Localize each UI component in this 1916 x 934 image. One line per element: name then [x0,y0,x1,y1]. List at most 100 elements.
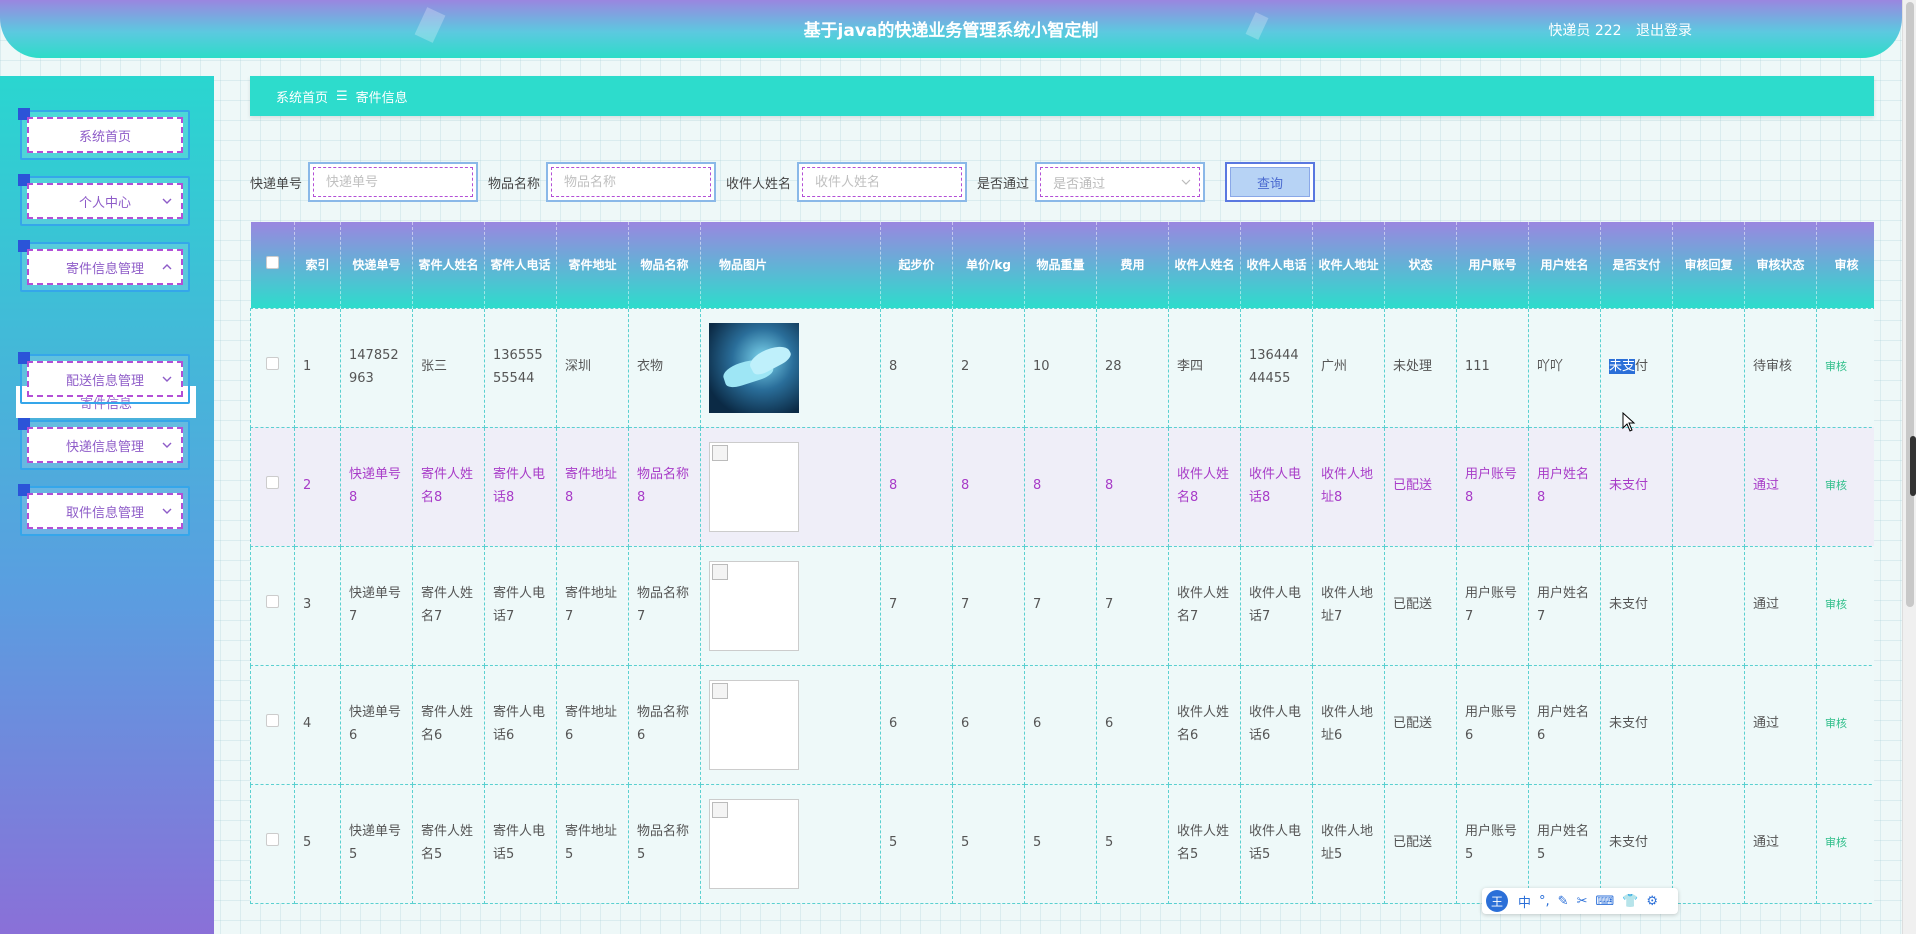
audit-action-cell: 审核 [1816,307,1874,428]
item-image-cell [700,307,881,428]
sidebar-item-delivery-management[interactable]: 配送信息管理 [18,352,190,404]
cell-raddr: 收件人地址7 [1312,545,1385,666]
table-row[interactable]: 3 快递单号7 寄件人姓名7 寄件人电话7 寄件地址7 物品名称7 7 7 7 7 收件人姓名7 收件… [250,545,1874,666]
table-row[interactable]: 5 快递单号5 寄件人姓名5 寄件人电话5 寄件地址5 物品名称5 5 5 5 5 收件人姓名5 收件… [250,783,1874,904]
ime-skin-icon[interactable]: 👕 [1622,894,1638,909]
col-header: 物品名称 [628,222,701,308]
col-header: 单价/kg [952,222,1025,308]
cell-item: 物品名称7 [628,545,701,666]
audit-link[interactable]: 审核 [1825,479,1847,492]
cell-sname: 寄件人姓名6 [412,664,485,785]
current-user: 快递员 222 [1548,23,1622,39]
cell-unit: 6 [952,664,1025,785]
ime-punctuation-icon[interactable]: °, [1539,894,1550,909]
row-select-cell [250,783,295,904]
breadcrumb-current: 寄件信息 [355,90,408,106]
col-header: 用户姓名 [1528,222,1601,308]
cell-audit: 通过 [1744,545,1817,666]
sidebar-item-home[interactable]: 系统首页 [18,108,190,160]
select-all-checkbox[interactable] [265,255,279,269]
mouse-cursor-icon [1622,412,1636,432]
ime-pen-icon[interactable]: ✎ [1558,894,1569,909]
audit-link[interactable]: 审核 [1825,360,1847,373]
cell-weight: 7 [1024,545,1097,666]
cell-audit: 通过 [1744,426,1817,547]
cell-reply [1672,307,1745,428]
cell-fee: 28 [1096,307,1169,428]
table-row[interactable]: 2 快递单号8 寄件人姓名8 寄件人电话8 寄件地址8 物品名称8 8 8 8 8 收件人姓名8 收件… [250,426,1874,547]
menu-icon: ☰ [336,88,348,104]
side-tab[interactable] [1910,436,1916,496]
row-checkbox[interactable] [266,833,279,847]
scrollbar-thumb[interactable] [1906,2,1914,607]
audit-link[interactable]: 审核 [1825,836,1847,849]
query-button-label: 查询 [1230,167,1311,197]
cell-idx: 4 [294,664,341,785]
cell-status: 已配送 [1384,545,1457,666]
ime-logo-icon[interactable]: 王 [1486,890,1508,912]
broken-image-icon [709,679,799,770]
cell-base: 8 [880,426,953,547]
sidebar-item-label: 快递信息管理 [65,439,144,455]
item-name-input[interactable] [551,167,712,197]
item-name-label: 物品名称 [488,176,541,192]
chevron-down-icon [162,508,172,514]
row-select-cell [250,664,295,785]
col-header: 寄件人姓名 [412,222,485,308]
sidebar-item-label: 个人中心 [78,195,131,211]
ime-settings-icon[interactable]: ⚙ [1646,894,1658,909]
breadcrumb: 系统首页 ☰ 寄件信息 [250,76,1874,116]
audit-link[interactable]: 审核 [1825,598,1847,611]
cell-paid: 未支付 [1600,307,1673,428]
tracking-field-wrapper [308,162,479,202]
cell-uname: 用户姓名5 [1528,783,1601,904]
cell-sphone: 寄件人电话5 [484,783,557,904]
item-field-wrapper [546,162,717,202]
row-checkbox[interactable] [266,714,279,728]
logout-link[interactable]: 退出登录 [1636,23,1692,39]
ime-scissors-icon[interactable]: ✂ [1577,894,1588,909]
pass-label: 是否通过 [977,176,1030,192]
receiver-name-input[interactable] [802,167,963,197]
audit-link[interactable]: 审核 [1825,717,1847,730]
sidebar: 系统首页 个人中心 寄件信息管理 寄件信息 配送信息管理 快递信息管理 取件信息… [0,76,214,934]
row-checkbox[interactable] [266,476,279,490]
sidebar-item-label: 寄件信息管理 [65,261,144,277]
cell-item: 物品名称6 [628,664,701,785]
page-scrollbar[interactable] [1902,0,1916,934]
tracking-input[interactable] [313,167,474,197]
cell-no: 快递单号7 [340,545,413,666]
table-row[interactable]: 1 147852963 张三 13655555544 深圳 衣物 8 2 10 28 李四 13644… [250,307,1874,428]
sidebar-item-profile[interactable]: 个人中心 [18,174,190,226]
col-header: 审核状态 [1744,222,1817,308]
cell-base: 8 [880,307,953,428]
cell-status: 已配送 [1384,664,1457,785]
cell-raddr: 收件人地址8 [1312,426,1385,547]
cell-no: 快递单号5 [340,783,413,904]
cell-acct: 用户账号8 [1456,426,1529,547]
cell-idx: 1 [294,307,341,428]
cell-fee: 6 [1096,664,1169,785]
sidebar-item-send-management[interactable]: 寄件信息管理 [18,240,190,292]
ime-chinese-toggle[interactable]: 中 [1518,892,1531,911]
breadcrumb-home[interactable]: 系统首页 [276,87,328,106]
cell-acct: 111 [1456,307,1529,428]
tracking-label: 快递单号 [250,176,303,192]
cell-idx: 2 [294,426,341,547]
row-checkbox[interactable] [266,595,279,609]
cell-weight: 10 [1024,307,1097,428]
cell-rphone: 收件人电话8 [1240,426,1313,547]
row-checkbox[interactable] [266,357,279,371]
ime-keyboard-icon[interactable]: ⌨ [1595,894,1614,909]
ime-toolbar: 王 中 °, ✎ ✂ ⌨ 👕 ⚙ [1482,888,1678,914]
cell-reply [1672,783,1745,904]
query-button[interactable]: 查询 [1225,162,1316,202]
cell-item: 衣物 [628,307,701,428]
pass-select[interactable]: 是否通过 [1035,162,1206,202]
item-image-shoe [709,322,799,413]
sidebar-item-pickup-management[interactable]: 取件信息管理 [18,484,190,536]
cell-paid: 未支付 [1600,545,1673,666]
cell-base: 7 [880,545,953,666]
table-row[interactable]: 4 快递单号6 寄件人姓名6 寄件人电话6 寄件地址6 物品名称6 6 6 6 6 收件人姓名6 收件… [250,664,1874,785]
sidebar-item-express-management[interactable]: 快递信息管理 [18,418,190,470]
